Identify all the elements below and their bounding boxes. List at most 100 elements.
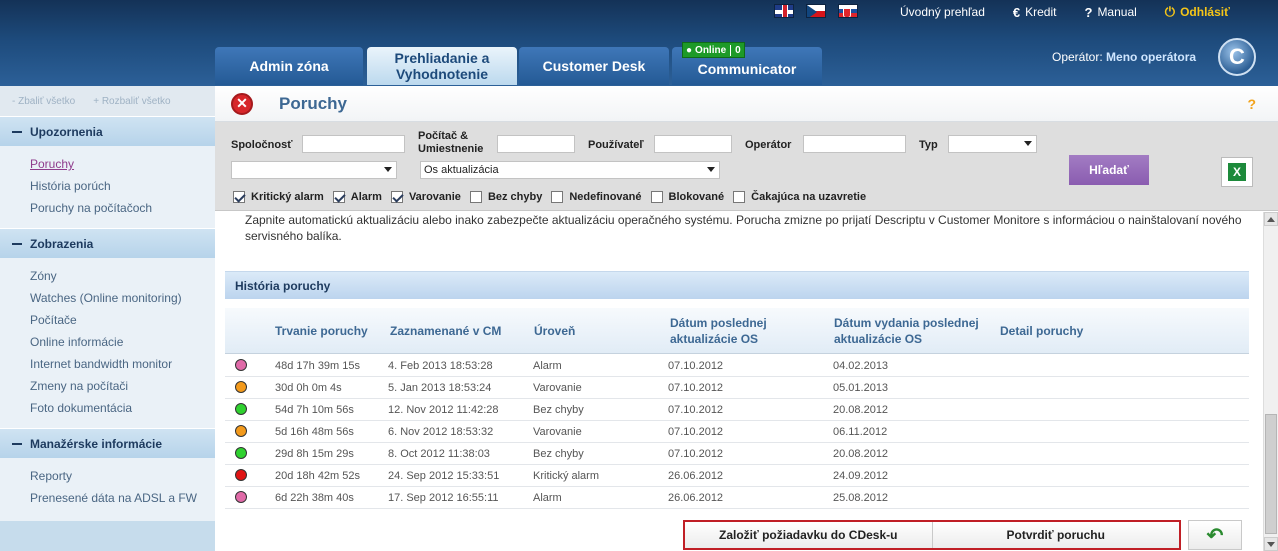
table-row[interactable]: 20d 18h 42m 52s 24. Sep 2012 15:33:51 Krit… [225,465,1249,487]
checkbox-blocked[interactable]: Blokované [650,191,724,203]
table-row[interactable]: 5d 16h 48m 56s 6. Nov 2012 18:53:32 Varova… [225,421,1249,443]
top-navigation: Úvodný prehľad € Kredit ? Manual ⏻ Odhlá… [900,4,1258,20]
cell-os-release-date: 04.02.2013 [833,360,889,372]
checkbox-box[interactable] [233,191,245,203]
sidebar-list-management: Reporty Prenesené dáta na ADSL a FW [0,458,215,518]
nav-credit-link[interactable]: € Kredit [1013,5,1057,20]
cell-duration: 30d 0h 0m 4s [275,382,342,394]
tab-admin-zone-label: Admin zóna [249,58,329,74]
sidebar-section-alerts[interactable]: Upozornenia [0,116,215,146]
language-flags [774,4,858,18]
flag-cz-icon[interactable] [806,4,826,18]
column-duration: Trvanie poruchy [275,324,368,338]
cell-os-release-date: 24.09.2012 [833,470,889,482]
sidebar-item-photo-docs[interactable]: Foto dokumentácia [30,397,215,419]
checkbox-awaiting-closure[interactable]: Čakajúca na uzavretie [733,191,866,203]
sidebar-item-faults-on-computers[interactable]: Poruchy na počítačoch [30,197,215,219]
sidebar-item-faults[interactable]: Poruchy [30,153,215,175]
nav-overview-link[interactable]: Úvodný prehľad [900,5,985,19]
cell-duration: 20d 18h 42m 52s [275,470,361,482]
tab-customer-desk[interactable]: Customer Desk [519,47,669,85]
history-section-title: História poruchy [225,271,1249,299]
collapse-all-link[interactable]: - Zbaliť všetko [12,96,75,107]
sidebar-item-computers[interactable]: Počítače [30,309,215,331]
sidebar-item-bandwidth-monitor[interactable]: Internet bandwidth monitor [30,353,215,375]
tab-browsing-evaluation[interactable]: Prehliadanie a Vyhodnotenie [367,47,517,85]
table-row[interactable]: 54d 7h 10m 56s 12. Nov 2012 11:42:28 Bez c… [225,399,1249,421]
type-label: Typ [919,139,938,151]
cell-recorded: 6. Nov 2012 18:53:32 [388,426,494,438]
flag-sk-icon[interactable] [838,4,858,18]
checkbox-no-error[interactable]: Bez chyby [469,191,543,203]
sidebar-item-reports[interactable]: Reporty [30,465,215,487]
nav-manual-link[interactable]: ? Manual [1084,5,1136,20]
back-button[interactable]: ↶ [1188,520,1242,550]
help-icon[interactable]: ? [1247,96,1256,112]
create-cdesk-request-button[interactable]: Založiť požiadavku do CDesk-u [685,522,932,548]
nav-overview-label: Úvodný prehľad [900,5,985,19]
checkbox-alarm[interactable]: Alarm [332,191,382,203]
scroll-down-icon[interactable] [1264,537,1278,551]
operator-filter-input[interactable] [803,135,906,153]
checkbox-box[interactable] [551,191,564,203]
checkbox-critical-alarm[interactable]: Kritický alarm [233,191,324,203]
column-level: Úroveň [534,324,576,338]
flag-en-icon[interactable] [774,4,794,18]
cell-recorded: 8. Oct 2012 11:38:03 [388,448,490,460]
cell-duration: 5d 16h 48m 56s [275,426,354,438]
excel-icon: X [1228,163,1246,181]
table-row[interactable]: 48d 17h 39m 15s 4. Feb 2013 18:53:28 Alarm… [225,355,1249,377]
checkbox-box[interactable] [650,191,663,203]
computer-location-input[interactable] [497,135,575,153]
content-scrollbar[interactable] [1263,212,1278,551]
nav-credit-label: Kredit [1025,5,1057,19]
scroll-thumb[interactable] [1265,414,1277,534]
user-label: Používateľ [588,139,644,151]
table-row[interactable]: 29d 8h 15m 29s 8. Oct 2012 11:38:03 Bez ch… [225,443,1249,465]
confirm-fault-button[interactable]: Potvrdiť poruchu [931,522,1179,548]
user-input[interactable] [654,135,732,153]
cell-duration: 29d 8h 15m 29s [275,448,354,460]
sidebar-item-watches[interactable]: Watches (Online monitoring) [30,287,215,309]
checkbox-label: Bez chyby [487,191,543,203]
fault-type-select[interactable]: Os aktualizácia [420,161,720,179]
cell-duration: 48d 17h 39m 15s [275,360,361,372]
sidebar-item-fault-history[interactable]: História porúch [30,175,215,197]
close-icon[interactable]: ✕ [231,92,253,115]
excel-export-button[interactable]: X [1221,157,1253,187]
cell-last-os-update: 07.10.2012 [668,448,724,460]
expand-all-link[interactable]: + Rozbaliť všetko [93,96,170,107]
logout-link[interactable]: ⏻ Odhlásiť [1165,4,1230,20]
tab-customer-desk-label: Customer Desk [542,58,646,74]
computer-location-label: Počítač & Umiestnenie [418,130,484,155]
type-select[interactable] [948,135,1037,153]
fault-description: Zapnite automatickú aktualizáciu alebo i… [245,213,1242,243]
checkbox-box[interactable] [469,191,482,203]
tab-browsing-evaluation-label: Prehliadanie a Vyhodnotenie [394,50,490,82]
sidebar-item-zones[interactable]: Zóny [30,265,215,287]
cell-last-os-update: 07.10.2012 [668,382,724,394]
checkbox-undefined[interactable]: Nedefinované [551,191,642,203]
severity-checkboxes: Kritický alarm Alarm Varovanie Bez chyby… [233,191,875,203]
sidebar-item-online-info[interactable]: Online informácie [30,331,215,353]
company-input[interactable] [302,135,405,153]
sidebar-item-computer-changes[interactable]: Zmeny na počítači [30,375,215,397]
checkbox-warning[interactable]: Varovanie [390,191,461,203]
tab-admin-zone[interactable]: Admin zóna [215,47,363,85]
cell-os-release-date: 06.11.2012 [833,426,888,438]
sidebar-section-views[interactable]: Zobrazenia [0,228,215,258]
table-row[interactable]: 6d 22h 38m 40s 17. Sep 2012 16:55:11 Alarm… [225,487,1249,509]
filter-select-1[interactable] [231,161,397,179]
checkbox-box[interactable] [390,191,403,203]
sidebar-item-adsl-fw-data[interactable]: Prenesené dáta na ADSL a FW [30,487,215,509]
cell-last-os-update: 07.10.2012 [668,404,724,416]
checkbox-box[interactable] [332,191,345,203]
checkbox-label: Alarm [350,191,382,203]
checkbox-box[interactable] [733,191,746,203]
cell-recorded: 12. Nov 2012 11:42:28 [388,404,499,416]
scroll-up-icon[interactable] [1264,212,1278,226]
search-button[interactable]: Hľadať [1069,155,1149,185]
table-row[interactable]: 30d 0h 0m 4s 5. Jan 2013 18:53:24 Varovani… [225,377,1249,399]
sidebar-section-management[interactable]: Manažérske informácie [0,428,215,458]
chevron-down-icon [1024,141,1032,146]
